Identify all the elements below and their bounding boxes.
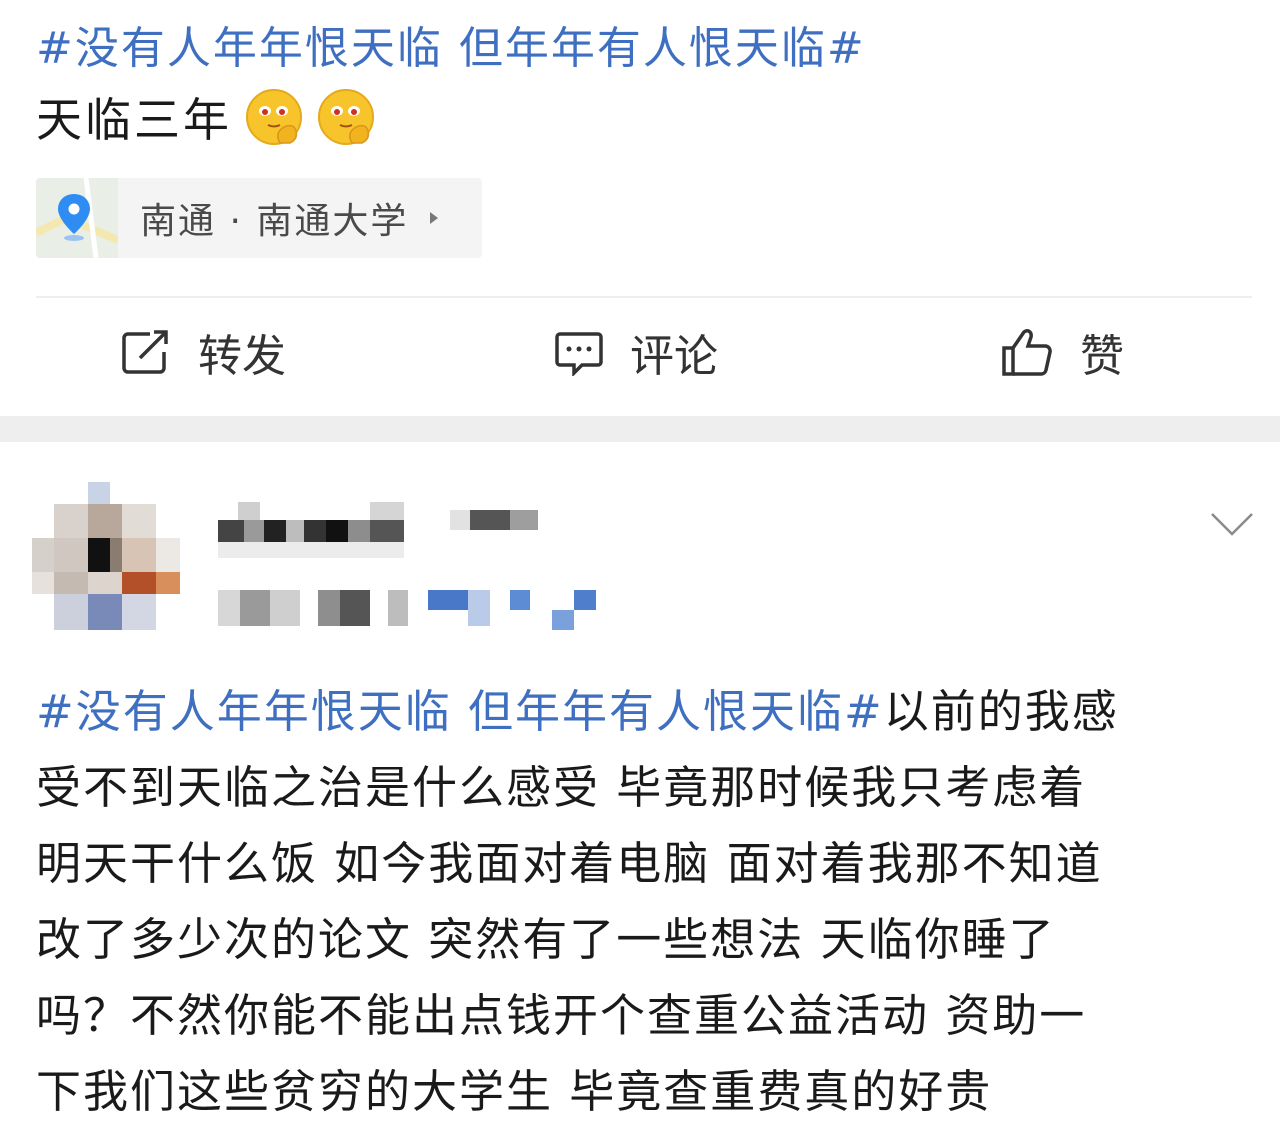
- comment-label: 评论: [630, 331, 718, 382]
- post-body: #没有人年年恨天临 但年年有人恨天临#以前的我感 受不到天临之治是什么感受 毕竟…: [36, 674, 1246, 1130]
- post-card-2: #没有人年年恨天临 但年年有人恨天临#以前的我感 受不到天临之治是什么感受 毕竟…: [0, 442, 1280, 1138]
- like-label: 赞: [1080, 331, 1124, 382]
- post-body-line: 下我们这些贫穷的大学生 毕竟查重费真的好贵: [36, 1065, 993, 1118]
- username[interactable]: [218, 502, 538, 558]
- feed-separator: [0, 416, 1280, 442]
- topic-hashtag[interactable]: #没有人年年恨天临 但年年有人恨天临#: [36, 685, 884, 738]
- repost-icon: [122, 330, 168, 374]
- chevron-right-icon: [430, 212, 439, 224]
- location-chip[interactable]: 南通 · 南通大学: [36, 178, 482, 258]
- map-pin-icon: [36, 178, 118, 258]
- location-label: 南通 · 南通大学: [140, 201, 409, 242]
- thinking-face-emoji: [318, 89, 374, 145]
- map-thumbnail: [36, 178, 118, 258]
- post-meta: [218, 590, 596, 630]
- chevron-down-icon[interactable]: [1210, 512, 1254, 536]
- post-topic[interactable]: #没有人年年恨天临 但年年有人恨天临#: [36, 12, 866, 76]
- repost-label: 转发: [198, 331, 286, 382]
- comment-button[interactable]: 评论: [554, 322, 718, 382]
- thumbs-up-icon: [1002, 329, 1052, 376]
- post-body-line: 吗？不然你能不能出点钱开个查重公益活动 资助一: [36, 989, 1087, 1042]
- post-body-line: 受不到天临之治是什么感受 毕竟那时候我只考虑着: [36, 761, 1087, 814]
- avatar[interactable]: [32, 482, 180, 630]
- post-text-content: 天临三年: [36, 93, 232, 147]
- post-body-line: 明天干什么饭 如今我面对着电脑 面对着我那不知道: [36, 837, 1103, 890]
- comment-icon: [555, 332, 603, 376]
- post-card-1: #没有人年年恨天临 但年年有人恨天临# 天临三年 南通 · 南通大学 转发 评论…: [0, 0, 1280, 416]
- topic-hashtag[interactable]: #没有人年年恨天临 但年年有人恨天临#: [36, 23, 866, 74]
- thinking-face-emoji: [246, 89, 302, 145]
- repost-button[interactable]: 转发: [120, 322, 286, 382]
- post-text: 天临三年: [36, 84, 376, 150]
- like-button[interactable]: 赞: [1000, 322, 1124, 382]
- post-body-line: 以前的我感: [883, 685, 1119, 738]
- post-body-line: 改了多少次的论文 突然有了一些想法 天临你睡了: [36, 913, 1056, 966]
- divider: [36, 296, 1252, 298]
